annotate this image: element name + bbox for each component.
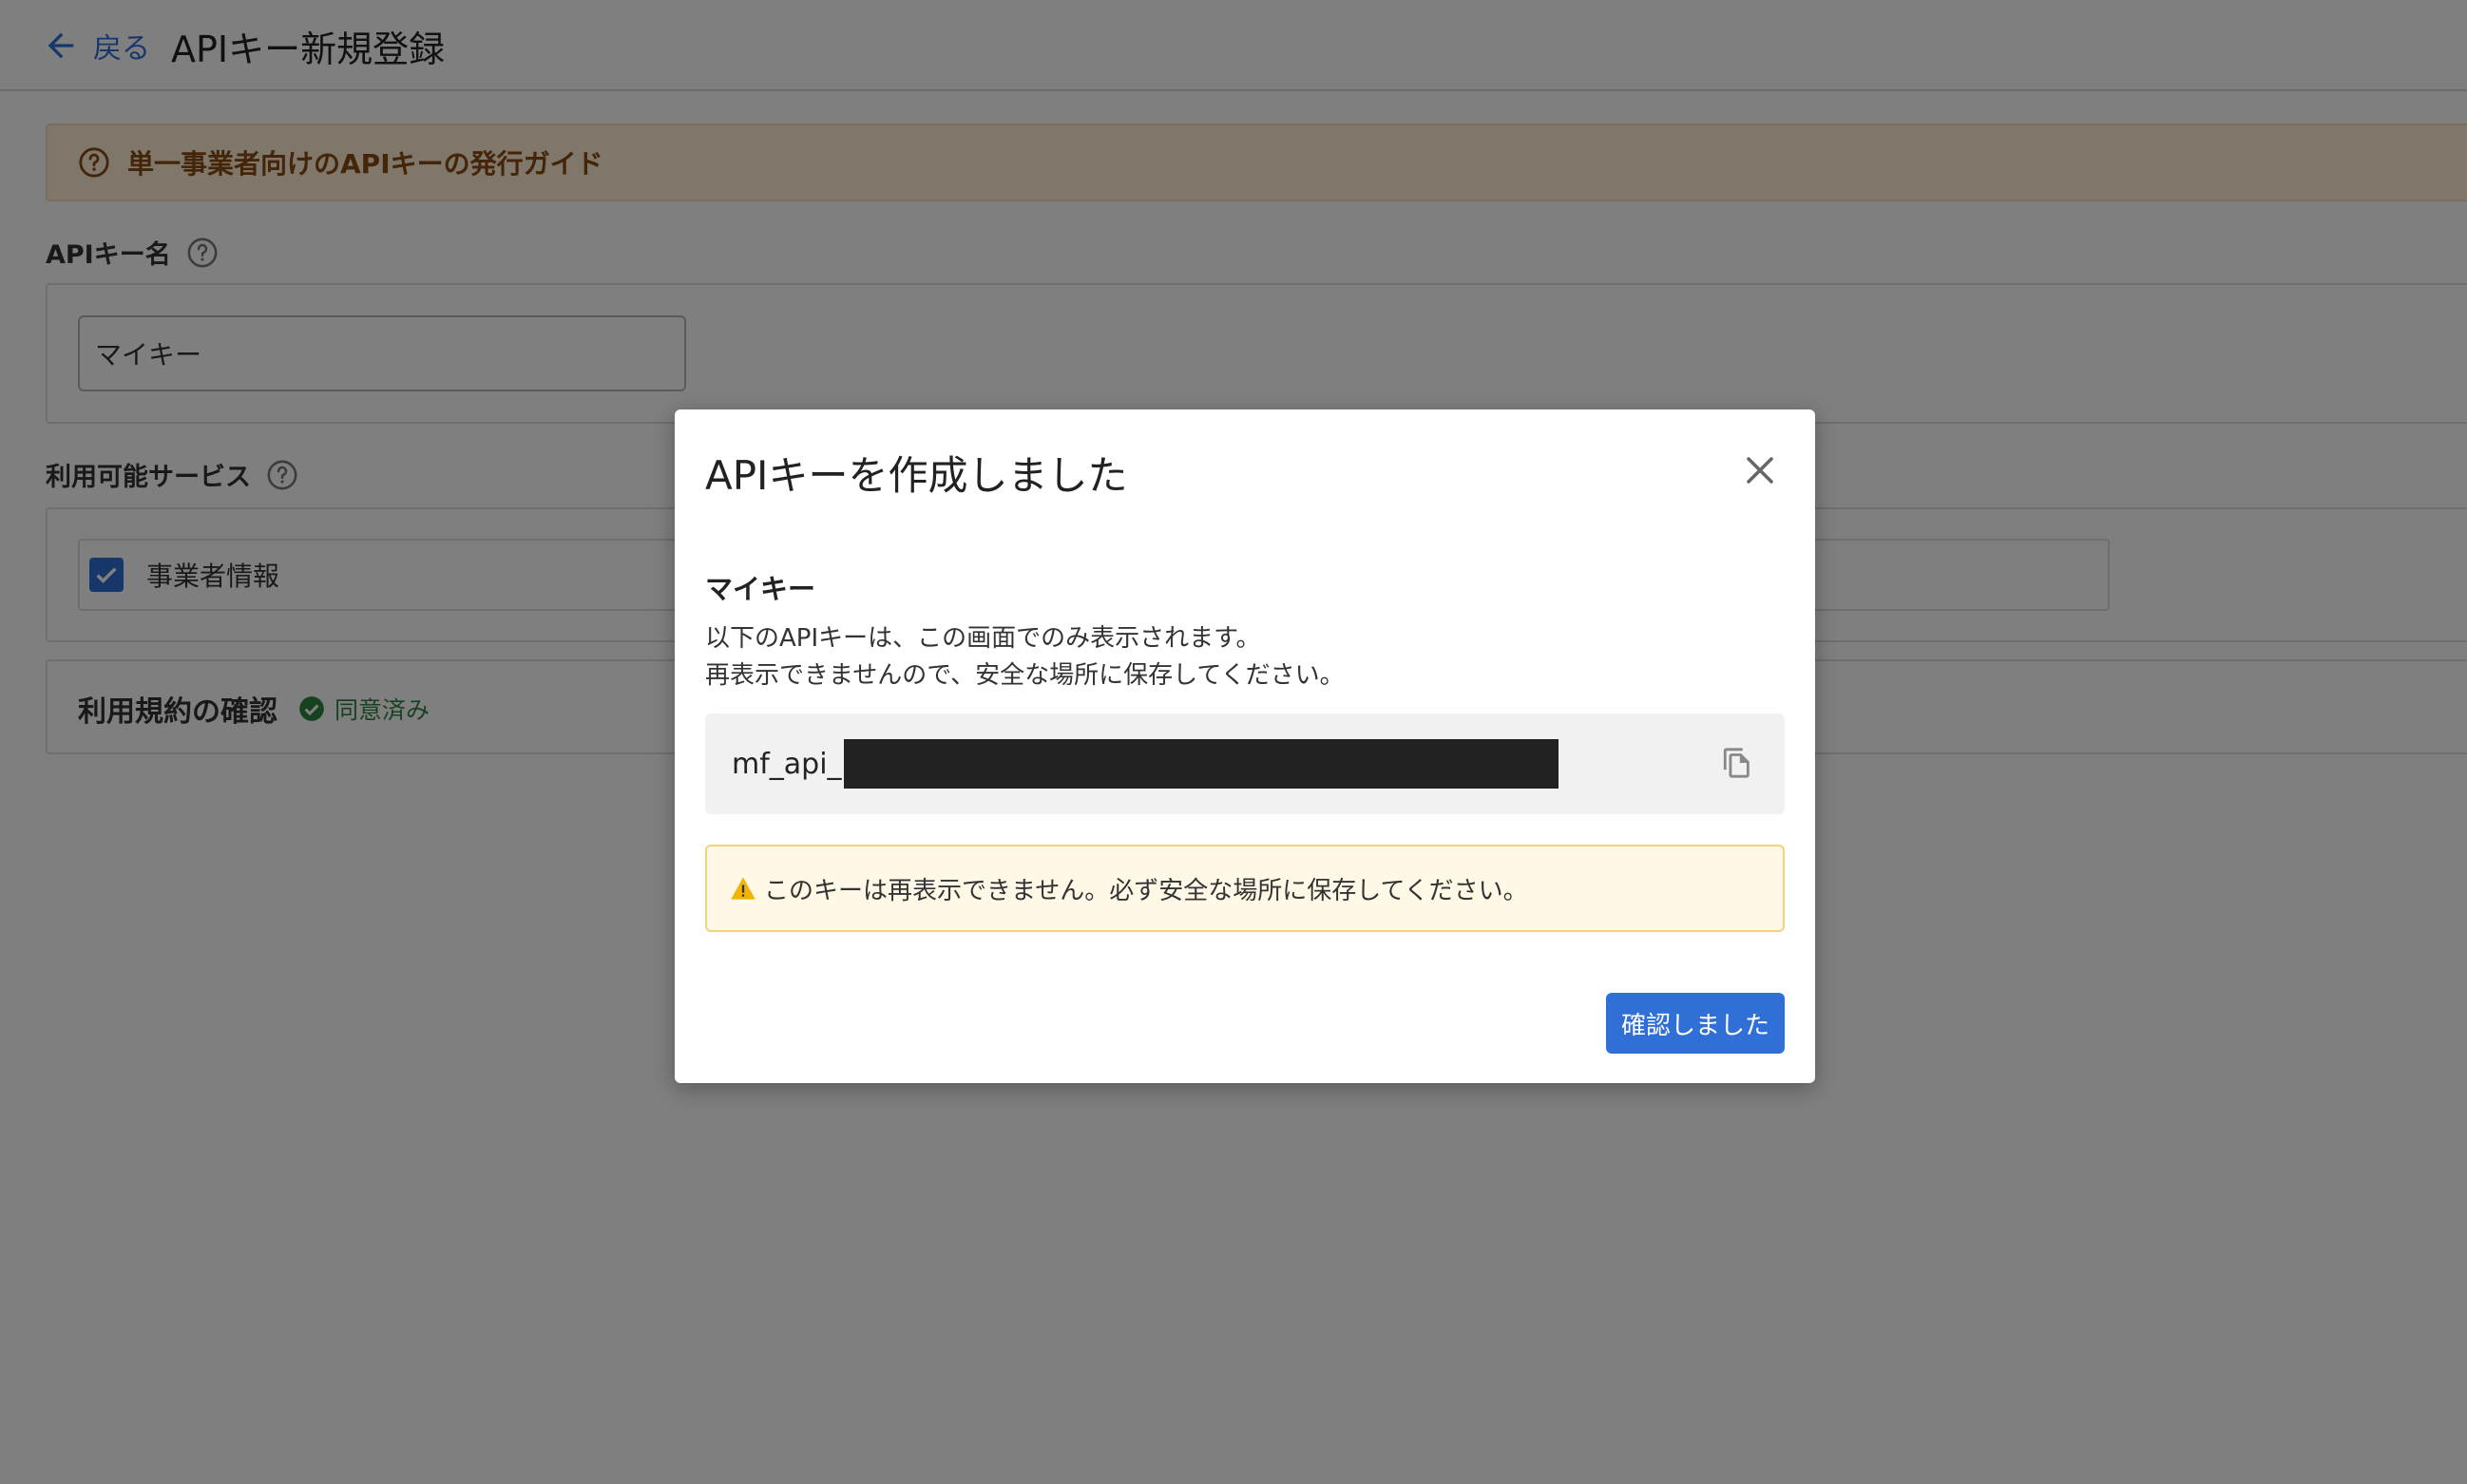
key-name: マイキー [705, 573, 816, 605]
confirm-button[interactable]: 確認しました [1606, 993, 1785, 1054]
api-key-created-dialog: APIキーを作成しました マイキー 以下のAPIキーは、この画面でのみ表示されま… [675, 409, 1815, 1083]
dialog-title: APIキーを作成しました [705, 452, 1128, 499]
copy-button[interactable] [1718, 742, 1756, 784]
close-button[interactable] [1741, 451, 1779, 489]
api-key-redacted [843, 739, 1559, 789]
close-icon [1747, 457, 1773, 484]
dialog-description: 以下のAPIキーは、この画面でのみ表示されます。 再表示できませんので、安全な場… [705, 620, 1345, 694]
api-key-prefix: mf_api_ [732, 747, 842, 781]
warning-text: このキーは再表示できません。必ず安全な場所に保存してください。 [764, 876, 1528, 905]
page: 戻る APIキー新規登録 単一事業者向けのAPIキーの発行ガイド APIキー名 … [0, 0, 2467, 1484]
warning-alert: このキーは再表示できません。必ず安全な場所に保存してください。 [705, 845, 1785, 932]
copy-icon [1723, 748, 1750, 778]
warning-icon [731, 877, 755, 900]
description-line-1: 以下のAPIキーは、この画面でのみ表示されます。 [705, 624, 1261, 653]
api-key-display: mf_api_ [705, 713, 1785, 814]
description-line-2: 再表示できませんので、安全な場所に保存してください。 [705, 661, 1345, 690]
